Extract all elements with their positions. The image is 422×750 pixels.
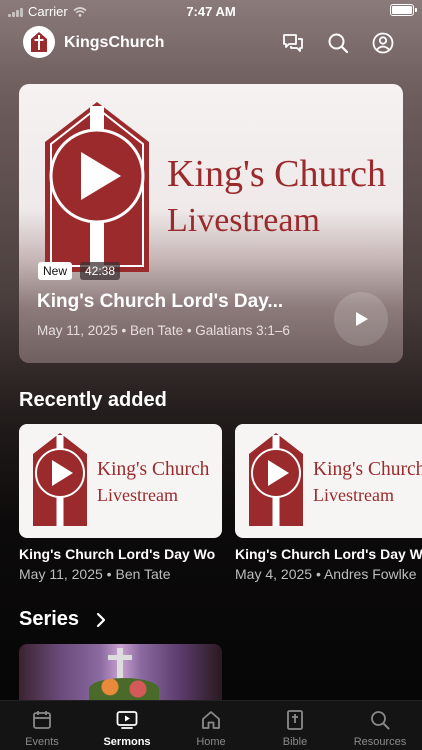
list-item[interactable]: King's Church Livestream King's Church L… (235, 424, 422, 582)
bible-icon (287, 710, 303, 730)
tab-label: Events (25, 736, 59, 748)
sermon-thumbnail[interactable]: King's Church Livestream (19, 424, 222, 538)
tab-bible[interactable]: Bible (253, 701, 337, 750)
tab-events[interactable]: Events (0, 701, 84, 750)
search-icon (371, 711, 390, 730)
flowers-image (89, 678, 159, 700)
sermon-meta: May 11, 2025 • Ben Tate (19, 566, 171, 582)
thumbnail-title: King's Church (313, 459, 422, 480)
hero-sermon-meta: May 11, 2025 • Ben Tate • Galatians 3:1–… (37, 323, 290, 338)
chevron-right-icon[interactable] (94, 612, 108, 628)
status-time: 7:47 AM (186, 4, 236, 19)
sermon-title[interactable]: King's Church Lord's Day W (235, 546, 422, 562)
search-icon[interactable] (327, 32, 349, 54)
new-badge: New (38, 262, 73, 280)
tab-resources[interactable]: Resources (338, 701, 422, 750)
messages-icon[interactable] (282, 32, 304, 54)
livestream-logo-icon (33, 433, 87, 526)
tab-label: Home (196, 736, 226, 748)
featured-sermon-card[interactable]: King's Church Livestream New 42:38 King'… (19, 84, 403, 363)
cross-bar (108, 655, 132, 660)
recently-added-heading: Recently added (19, 389, 167, 411)
thumbnail-title: King's Church (97, 459, 210, 480)
tab-label: Resources (353, 736, 407, 748)
tab-sermons[interactable]: Sermons (85, 701, 169, 750)
profile-icon[interactable] (372, 32, 394, 54)
app-name: KingsChurch (64, 34, 165, 51)
tv-play-icon (116, 711, 138, 729)
hero-artwork-title: King's Church (167, 153, 387, 195)
status-bar: Carrier 7:47 AM (0, 0, 422, 22)
livestream-logo-icon (249, 433, 303, 526)
cross-icon (117, 648, 123, 680)
tab-bar: Events Sermons Home Bible Resources (0, 700, 422, 750)
app-header: KingsChurch (0, 26, 422, 62)
battery-icon (390, 4, 417, 16)
series-thumbnail[interactable] (19, 644, 222, 700)
sermon-title[interactable]: King's Church Lord's Day Wo (19, 546, 222, 562)
list-item[interactable]: King's Church Livestream King's Church L… (19, 424, 222, 582)
tab-label: Sermons (103, 736, 151, 748)
church-logo-icon[interactable] (23, 26, 55, 58)
hero-artwork-subtitle: Livestream (167, 202, 320, 239)
recently-added-list[interactable]: King's Church Livestream King's Church L… (19, 424, 422, 594)
tab-label: Bible (282, 736, 308, 748)
play-icon (356, 312, 368, 326)
sermon-thumbnail[interactable]: King's Church Livestream (235, 424, 422, 538)
calendar-icon (33, 711, 51, 729)
home-icon (202, 711, 220, 729)
series-heading[interactable]: Series (19, 608, 79, 631)
duration-badge: 42:38 (80, 262, 121, 280)
livestream-logo-icon (45, 102, 149, 272)
sermon-meta: May 4, 2025 • Andres Fowlke (235, 566, 417, 582)
thumbnail-subtitle: Livestream (97, 485, 178, 505)
hero-sermon-title[interactable]: King's Church Lord's Day... (37, 291, 283, 313)
thumbnail-subtitle: Livestream (313, 485, 394, 505)
play-button[interactable] (334, 292, 388, 346)
tab-home[interactable]: Home (169, 701, 253, 750)
